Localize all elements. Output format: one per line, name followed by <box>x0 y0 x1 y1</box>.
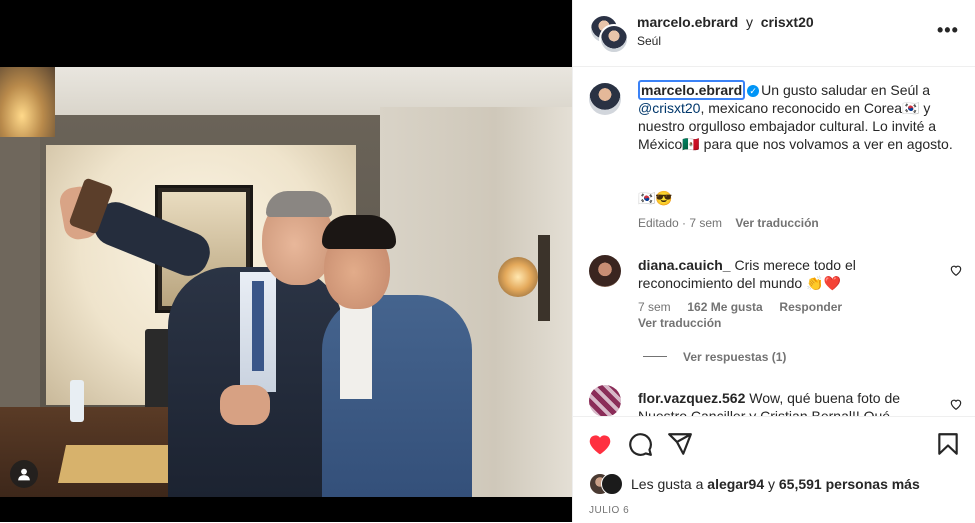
post-header: marcelo.ebrard y crisxt20 Seúl ••• <box>573 0 975 67</box>
caption-mention-link[interactable]: @crisxt20 <box>638 100 700 116</box>
post-media[interactable] <box>0 0 572 522</box>
comment-avatar[interactable] <box>589 255 621 287</box>
comment-item: diana.cauich_ Cris merece todo el recono… <box>638 256 938 292</box>
post-actions: Les gusta a alegar94 y 65,591 personas m… <box>573 416 975 523</box>
photo-wall-sconce <box>498 257 538 297</box>
likes-count-link[interactable]: 65,591 personas más <box>779 476 920 492</box>
edited-label: Editado · 7 sem <box>638 216 723 230</box>
comment-username-link[interactable]: diana.cauich_ <box>638 257 731 273</box>
comment-translate-row: Ver traducción <box>638 316 721 330</box>
more-horizontal-icon[interactable]: ••• <box>937 20 959 41</box>
bookmark-icon[interactable] <box>935 431 961 457</box>
comment-avatar[interactable] <box>589 385 621 416</box>
comment-reply-button[interactable]: Responder <box>779 300 842 314</box>
post-photo[interactable] <box>0 67 572 497</box>
liker-username-link[interactable]: alegar94 <box>707 476 764 492</box>
comments-scroll-area[interactable]: marcelo.ebrard ✓ Un gusto saludar en Seúl … <box>573 67 975 416</box>
verified-badge-icon: ✓ <box>747 85 760 97</box>
photo-person-right-hair <box>322 215 396 249</box>
replies-divider <box>643 356 667 357</box>
avatar-collaborator[interactable] <box>599 24 629 54</box>
caption-emoji-line: 🇰🇷😎 <box>638 190 673 206</box>
view-replies-button[interactable]: Ver respuestas (1) <box>643 350 786 364</box>
caption-author-avatar[interactable] <box>589 83 621 115</box>
caption-meta: Editado · 7 sem Ver traducción <box>638 216 819 230</box>
liker-avatar <box>601 473 623 495</box>
heart-filled-icon[interactable] <box>587 431 613 457</box>
photo-person-left-tie <box>252 281 264 371</box>
caption-username-link[interactable]: marcelo.ebrard <box>638 80 746 100</box>
likes-prefix: Les gusta a <box>631 476 708 492</box>
photo-water-bottle <box>70 380 84 422</box>
location-link[interactable]: Seúl <box>637 34 661 48</box>
post-side-panel: marcelo.ebrard y crisxt20 Seúl ••• marce… <box>572 0 975 522</box>
user-icon <box>18 468 30 481</box>
header-conjunction: y <box>745 14 753 30</box>
comment-username-link[interactable]: flor.vazquez.562 <box>638 390 745 406</box>
photo-ceiling-lamp <box>0 67 55 137</box>
post-modal: marcelo.ebrard y crisxt20 Seúl ••• marce… <box>0 0 975 522</box>
tagged-users-button[interactable] <box>10 460 38 488</box>
caption-translate-button[interactable]: Ver traducción <box>735 216 818 230</box>
comment-likes-link[interactable]: 162 Me gusta <box>687 300 762 314</box>
photo-tray <box>57 445 177 483</box>
header-usernames: marcelo.ebrard y crisxt20 <box>637 14 814 30</box>
collab-avatars[interactable] <box>589 14 629 54</box>
send-icon[interactable] <box>667 431 693 457</box>
photo-clasped-hands <box>220 385 270 425</box>
comment-like-heart-icon[interactable] <box>949 397 963 411</box>
comment-age: 7 sem <box>638 300 671 314</box>
comment-icon[interactable] <box>627 431 653 457</box>
comment-meta: 7 sem 162 Me gusta Responder <box>638 300 842 314</box>
post-caption: marcelo.ebrard ✓ Un gusto saludar en Seúl … <box>638 80 958 153</box>
likes-conjunction: y <box>764 476 779 492</box>
comment-translate-button[interactable]: Ver traducción <box>638 316 721 330</box>
photo-person-left-hair <box>266 191 332 217</box>
view-replies-label: Ver respuestas (1) <box>683 350 787 364</box>
header-collaborator-link[interactable]: crisxt20 <box>761 14 814 30</box>
comment-like-heart-icon[interactable] <box>949 263 963 277</box>
likers-avatars[interactable] <box>589 473 623 495</box>
photo-sconce-arm <box>538 235 550 321</box>
likes-summary: Les gusta a alegar94 y 65,591 personas m… <box>631 476 920 492</box>
header-author-link[interactable]: marcelo.ebrard <box>637 14 738 30</box>
comment-item: flor.vazquez.562 Wow, qué buena foto de … <box>638 389 938 416</box>
photo-person-right-shirt <box>340 299 372 399</box>
post-date[interactable]: JULIO 6 <box>589 505 629 516</box>
caption-text-1: Un gusto saludar en Seúl a <box>761 82 931 98</box>
